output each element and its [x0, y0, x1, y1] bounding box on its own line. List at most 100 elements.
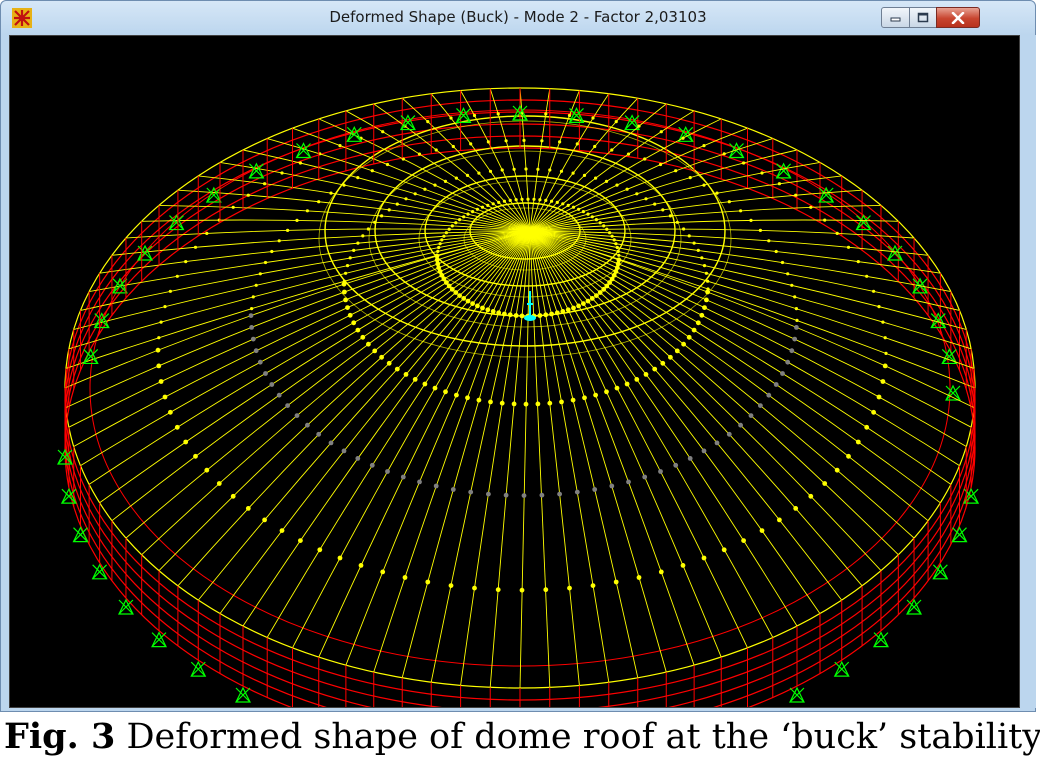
rib-node — [358, 563, 364, 568]
rib-node — [156, 363, 162, 369]
maximize-button[interactable] — [909, 7, 937, 28]
rib-node — [159, 320, 163, 324]
rib-node — [328, 440, 334, 446]
rib-node — [793, 506, 799, 511]
rib-node — [786, 272, 790, 276]
close-button[interactable] — [936, 7, 980, 28]
support-icon — [906, 598, 923, 615]
support-icon — [887, 244, 903, 261]
rib-node — [823, 218, 827, 222]
rib-node — [379, 354, 384, 360]
rib-node — [449, 116, 453, 120]
rib-node — [566, 203, 570, 207]
rib-node — [466, 212, 470, 216]
rib-node — [345, 305, 350, 310]
rib-node — [681, 136, 685, 140]
rib-node — [856, 260, 860, 264]
rib-node — [558, 140, 562, 144]
rib-node — [520, 197, 524, 201]
rib-node — [205, 231, 209, 235]
rib-node — [157, 336, 161, 340]
rib-node — [871, 409, 876, 415]
rib-node — [193, 453, 198, 459]
radial-rib — [292, 230, 531, 649]
rib-node — [183, 439, 189, 445]
rib-node — [884, 351, 888, 355]
rib-node — [231, 205, 235, 209]
rib-node — [881, 320, 885, 324]
rib-node — [700, 256, 704, 260]
rib-node — [480, 305, 485, 311]
rib-node — [767, 239, 771, 243]
rib-node — [502, 311, 507, 317]
rib-node — [581, 210, 586, 214]
rib-node — [777, 182, 782, 186]
rib-node — [695, 320, 701, 326]
rib-node — [610, 234, 614, 238]
rib-node — [454, 176, 458, 180]
rib-node — [642, 474, 648, 480]
rib-node — [795, 318, 799, 322]
radial-rib — [529, 230, 610, 683]
rib-node — [699, 312, 705, 318]
rib-node — [535, 401, 541, 407]
rib-node — [500, 168, 504, 172]
rib-node — [216, 481, 222, 486]
radial-rib — [529, 230, 798, 627]
rib-node — [385, 162, 390, 167]
rib-node — [488, 399, 493, 405]
rib-node — [412, 377, 418, 382]
dome-wireframe-model — [57, 87, 980, 707]
rim-ring — [64, 87, 976, 689]
rib-node — [305, 422, 310, 428]
rib-node — [511, 401, 517, 407]
rib-node — [381, 130, 385, 134]
rib-node — [435, 253, 439, 257]
rib-node — [472, 585, 477, 591]
rib-node — [526, 197, 530, 201]
rib-node — [447, 227, 451, 231]
rib-node — [521, 493, 527, 498]
radial-rib — [401, 230, 531, 678]
rib-node — [504, 139, 508, 143]
rib-node — [705, 289, 710, 295]
rib-node — [780, 260, 785, 265]
rib-node — [635, 192, 639, 196]
rib-node — [417, 152, 422, 156]
minimize-icon — [890, 17, 900, 21]
rib-node — [486, 491, 491, 497]
rib-node — [835, 231, 839, 235]
rib-node — [347, 312, 353, 318]
rib-node — [658, 162, 663, 167]
rib-node — [594, 293, 599, 298]
rib-node — [443, 179, 448, 183]
rib-node — [644, 197, 648, 201]
rib-node — [355, 327, 361, 333]
rib-node — [276, 392, 282, 398]
rib-node — [254, 283, 258, 287]
rib-node — [543, 587, 549, 593]
title-bar[interactable]: Deformed Shape (Buck) - Mode 2 - Factor … — [1, 1, 1035, 35]
rib-node — [865, 274, 869, 278]
rib-node — [468, 489, 474, 495]
rib-node — [305, 209, 309, 213]
model-viewport[interactable] — [9, 35, 1020, 708]
rib-node — [575, 142, 579, 146]
rib-node — [352, 248, 356, 252]
rib-node — [342, 183, 346, 187]
rib-node — [404, 197, 408, 201]
rib-node — [514, 198, 518, 202]
rib-node — [450, 487, 456, 492]
rib-node — [400, 474, 406, 480]
rib-node — [163, 305, 167, 309]
rib-node — [425, 579, 431, 585]
rib-node — [175, 274, 179, 278]
rib-node — [536, 167, 540, 171]
rib-node — [380, 569, 386, 575]
rib-node — [263, 371, 268, 376]
rib-node — [298, 161, 302, 165]
rib-node — [519, 587, 525, 593]
minimize-button[interactable] — [881, 7, 910, 28]
rib-node — [727, 200, 731, 204]
rib-node — [204, 467, 210, 473]
